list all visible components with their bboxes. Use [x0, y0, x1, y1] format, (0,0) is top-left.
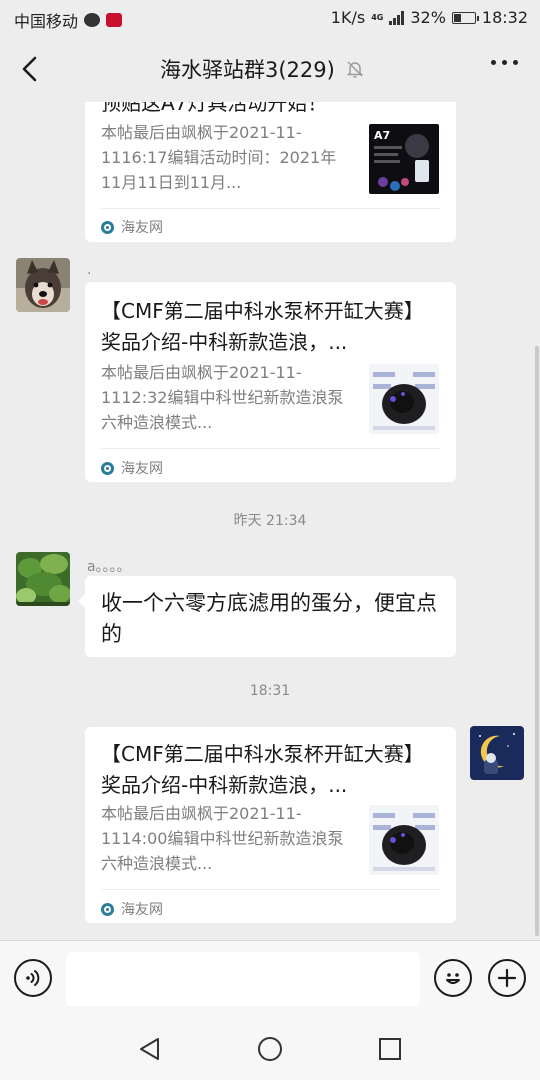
card-divider — [101, 208, 440, 209]
card-title: 预贴这A7灯具活动开始！ — [101, 102, 328, 115]
card-source-name: 海友网 — [121, 220, 163, 236]
message-input-bar — [0, 940, 540, 1018]
card-description: 本帖最后由飒枫于2021-11-1116:17编辑活动时间：2021年11月11… — [101, 123, 337, 192]
status-bar: 中国移动 1K/s 4G 32% 18:32 — [0, 0, 540, 36]
huawei-app-icon — [106, 13, 123, 27]
card-thumbnail — [369, 805, 439, 875]
card-thumbnail — [369, 364, 439, 434]
timestamp-divider: 昨天 21:34 — [233, 513, 307, 529]
emoji-button[interactable] — [434, 959, 472, 997]
card-source: 海友网 — [101, 899, 163, 919]
clock: 18:32 — [481, 8, 528, 27]
nav-home-button[interactable] — [255, 1034, 285, 1064]
network-type: 4G — [371, 12, 384, 22]
card-source: 海友网 — [101, 217, 163, 237]
card-source-name: 海友网 — [121, 461, 163, 477]
source-logo-icon — [101, 902, 114, 916]
home-circle-icon — [258, 1037, 282, 1061]
chat-message-list[interactable]: 预贴这A7灯具活动开始！ 本帖最后由飒枫于2021-11-1116:17编辑活动… — [0, 102, 540, 940]
title-wrap: 海水驿站群3(229) — [160, 54, 365, 84]
avatar-husky[interactable] — [16, 258, 70, 312]
scrollbar[interactable] — [535, 346, 539, 936]
emoji-icon — [446, 973, 460, 984]
voice-icon — [26, 970, 40, 986]
timestamp-divider: 18:31 — [249, 683, 291, 699]
link-card-message[interactable]: 【CMF第二届中科水泵杯开缸大赛】奖品介绍-中科新款造浪，... 本帖最后由飒枫… — [85, 282, 456, 482]
back-button[interactable] — [14, 52, 44, 86]
nav-back-button[interactable] — [135, 1034, 165, 1064]
card-title: 【CMF第二届中科水泵杯开缸大赛】奖品介绍-中科新款造浪，... — [101, 742, 424, 797]
source-logo-icon — [101, 461, 114, 475]
avatar-self[interactable] — [470, 726, 524, 780]
message-notification-icon — [84, 13, 101, 27]
plus-icon — [497, 968, 517, 988]
card-title: 【CMF第二届中科水泵杯开缸大赛】奖品介绍-中科新款造浪，... — [101, 299, 424, 354]
text-message-bubble[interactable]: 收一个六零方底滤用的蛋分，便宜点的 — [78, 576, 456, 657]
chat-title: 海水驿站群3(229) — [160, 58, 335, 82]
card-description: 本帖最后由飒枫于2021-11-1114:00编辑中科世纪新款造浪泵六种造浪模式… — [101, 804, 344, 873]
recents-square-icon — [379, 1038, 401, 1060]
message-text-field[interactable] — [66, 952, 420, 1006]
more-options-button[interactable] — [491, 60, 518, 65]
card-source: 海友网 — [101, 458, 163, 478]
signal-icon — [389, 10, 405, 25]
card-divider — [101, 448, 440, 449]
battery-percent: 32% — [410, 8, 446, 27]
card-source-name: 海友网 — [121, 902, 163, 918]
link-card-message[interactable]: 预贴这A7灯具活动开始！ 本帖最后由飒枫于2021-11-1116:17编辑活动… — [85, 102, 456, 242]
card-description: 本帖最后由飒枫于2021-11-1112:32编辑中科世纪新款造浪泵六种造浪模式… — [101, 363, 344, 432]
chat-header: 海水驿站群3(229) — [0, 36, 540, 102]
source-logo-icon — [101, 220, 114, 234]
link-card-message[interactable]: 【CMF第二届中科水泵杯开缸大赛】奖品介绍-中科新款造浪，... 本帖最后由飒枫… — [85, 727, 456, 923]
svg-text:A7: A7 — [374, 129, 390, 142]
card-divider — [101, 889, 440, 890]
carrier-name: 中国移动 — [14, 12, 79, 31]
more-functions-button[interactable] — [488, 959, 526, 997]
battery-icon — [451, 11, 479, 24]
sender-name: a。。。。 — [87, 559, 131, 575]
card-thumbnail: A7 — [369, 124, 439, 194]
back-triangle-icon — [140, 1038, 159, 1060]
mute-bell-icon — [346, 61, 364, 78]
nav-recents-button[interactable] — [375, 1034, 405, 1064]
system-navigation-bar — [0, 1018, 540, 1080]
voice-input-button[interactable] — [14, 959, 52, 997]
network-speed: 1K/s — [330, 8, 366, 27]
avatar-plant[interactable] — [16, 552, 70, 606]
chevron-left-icon — [22, 56, 37, 82]
sender-name: . — [87, 262, 92, 278]
